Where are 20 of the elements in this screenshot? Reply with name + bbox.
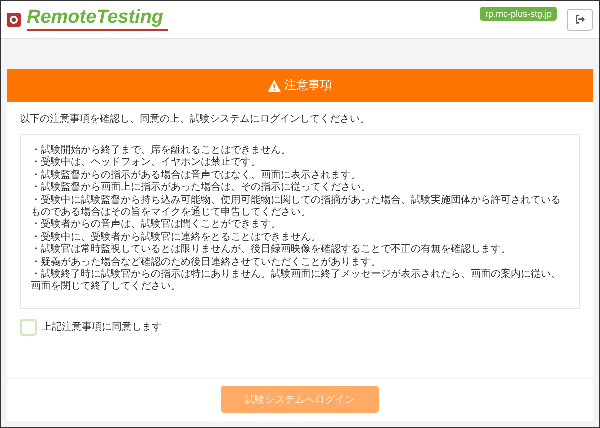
host-badge: rp.mc-plus-stg.jp [480,7,557,21]
note-text: ・試験監督から画面上に指示があった場合は、その指示に従ってください。 [31,182,372,194]
logo-icon [7,12,21,26]
agree-checkbox[interactable] [20,318,37,336]
note-text: ・受験中は、ヘッドフォン、イヤホンは禁止です。 [31,157,262,170]
warning-icon [268,80,280,92]
note-text: ・試験開始から終了まで、席を離れることはできません。 [31,145,292,156]
note-text: ・受験中に試験監督から持ち込み可能物、使用可能物に関しての指摘があった場合、試験実施団体から許可されているものである場合はその旨をマイクを通じて申告してください。 [31,194,562,218]
note-text: ・受験者からの音声は、試験官は聞くことができます。 [31,219,282,232]
logout-icon [574,14,586,25]
notice-title: 注意事項 [284,77,332,94]
logo-text: RemoteTesting [27,8,168,31]
note-text: ・疑義があった場合など確認のため後日連絡させていただくことがあります。 [31,256,382,268]
note-text: ・受験中に、受験者から試験官に連絡をとることはできません。 [31,232,322,244]
note-text: ・試験官は常時監視しているとは限りませんが、後日録画映像を確認することで不正の有無を確認します。 [31,244,512,256]
logout-button[interactable] [567,8,593,30]
agree-label: 上記注意事項に同意します [42,320,162,334]
note-text: ・試験終了時に試験官からの指示は特にありません。試験画面に終了メッセージが表示されたら、画面の案内に従い、画面を閉じて終了してください。 [31,269,562,294]
note-text: ・試験監督からの指示がある場合は音声ではなく、画面に表示されます。 [31,170,362,182]
intro-text: 以下の注意事項を確認し、同意の上、試験システムにログインしてください。 [20,112,371,126]
